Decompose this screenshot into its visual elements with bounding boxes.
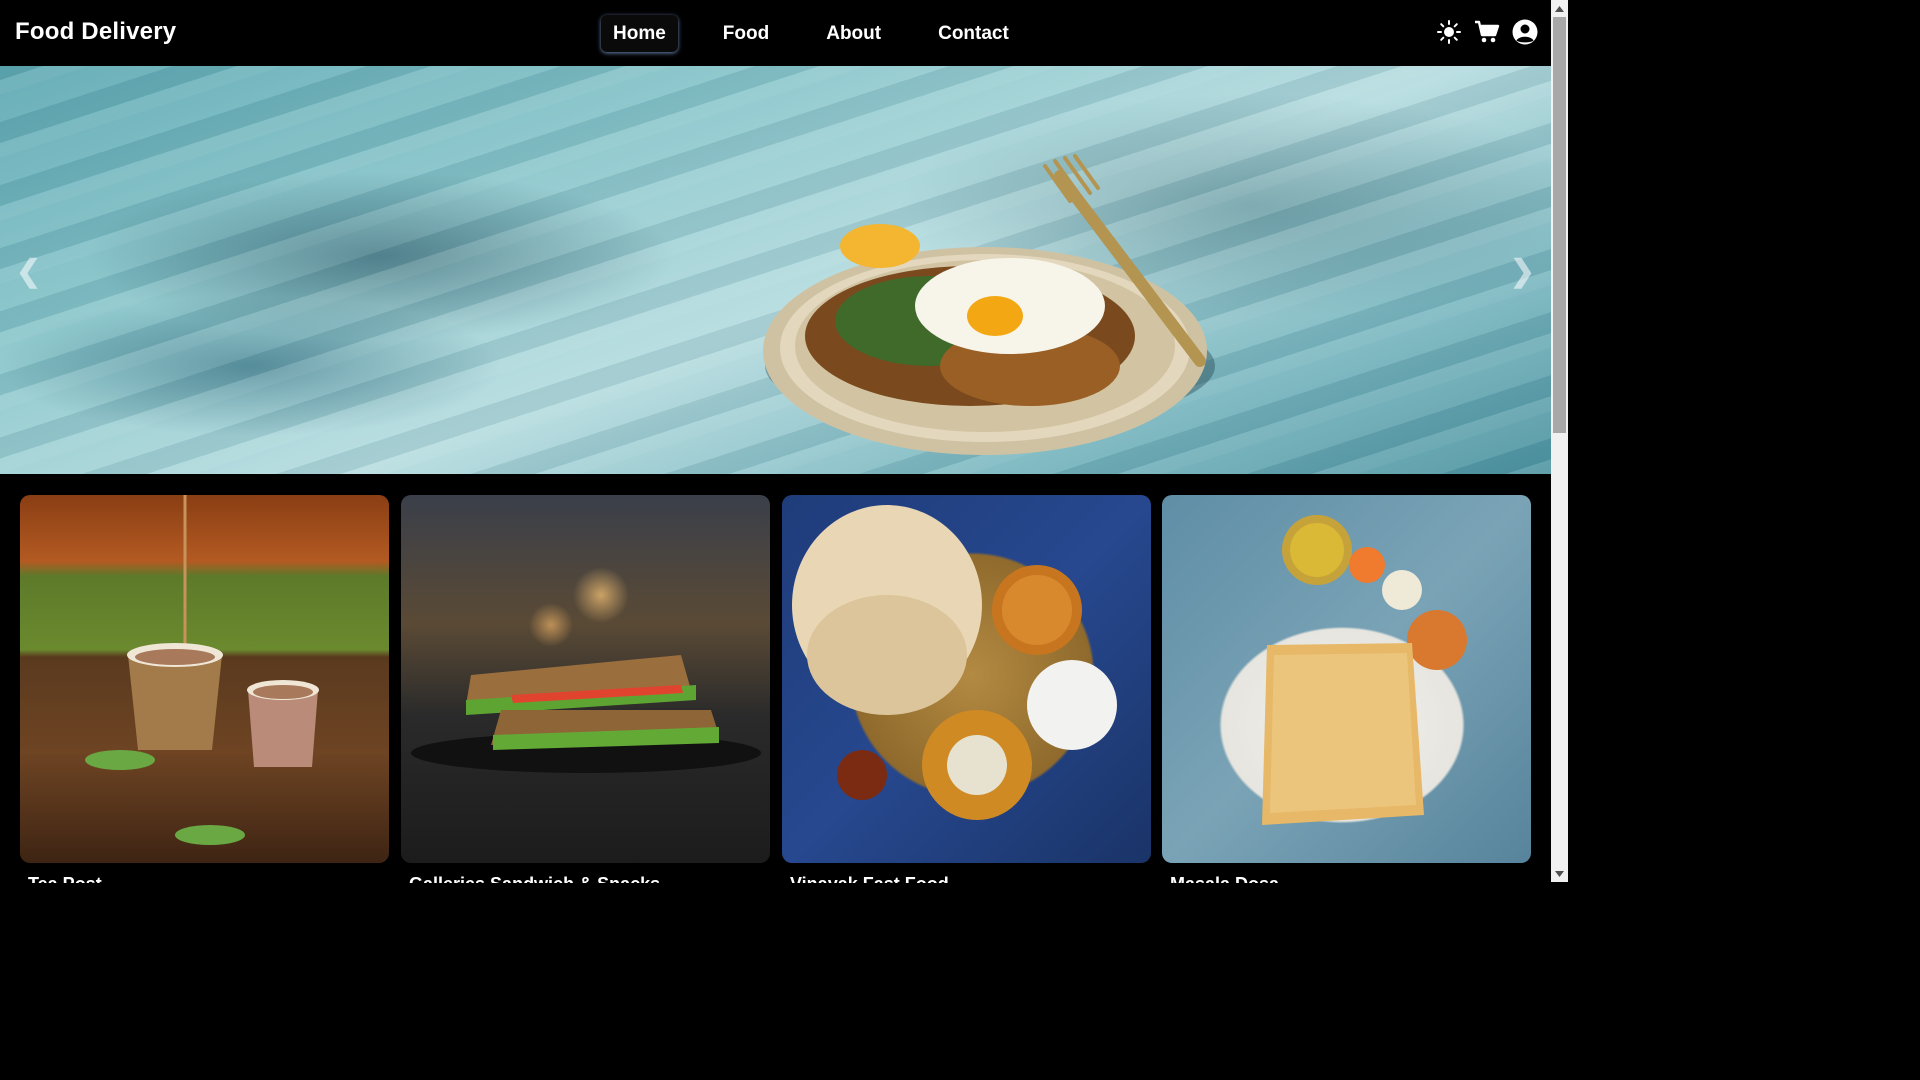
nav-contact[interactable]: Contact xyxy=(926,15,1021,52)
restaurant-card-masala-dosa[interactable] xyxy=(1162,495,1531,863)
thali-illustration xyxy=(792,505,1117,820)
carousel-prev-button[interactable]: ❮ xyxy=(16,254,41,289)
hero-carousel: ❮ ❯ xyxy=(0,66,1551,474)
nav-food[interactable]: Food xyxy=(711,15,781,52)
nav-links: Home Food About Contact xyxy=(601,15,1021,52)
nav-icons xyxy=(1436,19,1538,45)
carousel-slide-image xyxy=(763,154,1215,455)
scroll-up-arrow-icon[interactable] xyxy=(1551,0,1568,17)
restaurant-cards: Tea Post Galleries Sandwich & Snacks Vin… xyxy=(20,495,1531,883)
brand-title[interactable]: Food Delivery xyxy=(15,18,176,46)
card-label-galleries[interactable]: Galleries Sandwich & Snacks xyxy=(409,873,769,883)
tea-cups-illustration xyxy=(85,495,319,845)
dosa-illustration xyxy=(1262,515,1467,825)
carousel-next-button[interactable]: ❯ xyxy=(1510,254,1535,289)
user-icon[interactable] xyxy=(1512,19,1538,45)
scroll-down-arrow-icon[interactable] xyxy=(1551,865,1568,882)
restaurant-card-vinayak[interactable] xyxy=(782,495,1151,863)
card-label-vinayak[interactable]: Vinayak Fast Food xyxy=(790,873,1150,883)
card-label-tea-post[interactable]: Tea Post xyxy=(28,873,388,883)
nav-about[interactable]: About xyxy=(814,15,893,52)
scrollbar-thumb[interactable] xyxy=(1553,17,1566,433)
cart-icon[interactable] xyxy=(1474,19,1500,45)
restaurant-card-tea-post[interactable] xyxy=(20,495,389,863)
navbar: Food Delivery Home Food About Contact xyxy=(0,0,1551,66)
nav-home[interactable]: Home xyxy=(601,15,678,52)
sandwich-illustration xyxy=(411,655,761,773)
page-scrollbar[interactable] xyxy=(1551,0,1568,882)
sun-icon[interactable] xyxy=(1436,19,1462,45)
card-label-masala-dosa[interactable]: Masala Dosa xyxy=(1170,873,1530,883)
restaurant-card-galleries[interactable] xyxy=(401,495,770,863)
